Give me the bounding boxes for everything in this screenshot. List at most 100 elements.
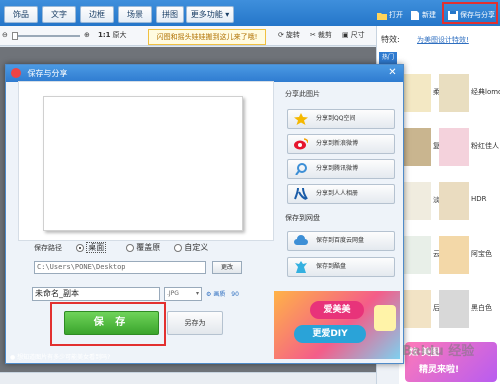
new-icon — [411, 10, 419, 20]
gear-icon: ⚙ — [206, 291, 212, 298]
star-icon — [294, 113, 308, 125]
radio-dot — [76, 244, 84, 252]
status-bar — [0, 372, 376, 384]
radio-dot — [126, 244, 134, 252]
quality-control[interactable]: ⚙ 画质 90 — [206, 289, 239, 298]
effect-label: 经典lomo — [471, 88, 500, 96]
tab-frame[interactable]: 边框 — [80, 6, 114, 23]
crop-button[interactable]: ✂ 裁剪 — [310, 30, 332, 40]
effect-thumb[interactable]: HDR — [439, 182, 499, 220]
effect-swatch — [439, 236, 469, 274]
more-functions-label: 更多功能 — [190, 10, 223, 19]
effect-swatch — [401, 236, 431, 274]
effect-swatch — [401, 74, 431, 112]
share-renren-button[interactable]: 分享到人人相册 — [287, 184, 395, 204]
effect-swatch — [439, 128, 469, 166]
open-label: 打开 — [389, 11, 403, 19]
save-kuaipan-label: 保存到酷盘 — [316, 263, 347, 270]
change-path-button[interactable]: 更改 — [212, 261, 242, 274]
weibo-icon — [294, 138, 308, 150]
share-sina-weibo-button[interactable]: 分享到新浪微博 — [287, 134, 395, 154]
save-path-field[interactable]: C:\Users\PONE\Desktop — [34, 261, 206, 274]
share-qzone-label: 分享到QQ空间 — [316, 115, 356, 122]
close-icon[interactable]: ✕ — [386, 67, 399, 80]
effect-thumb[interactable]: 粉红佳人 — [439, 128, 499, 166]
zoom-slider[interactable] — [12, 32, 80, 40]
chevron-down-icon: ▾ — [195, 290, 199, 297]
format-select[interactable]: .JPG ▾ — [164, 287, 202, 301]
tab-hot[interactable]: 热门 — [379, 52, 397, 64]
app-logo-icon — [11, 68, 21, 78]
effects-design-link[interactable]: 为美图设计特效! — [417, 35, 469, 45]
zoom-in-icon[interactable]: ⊕ — [84, 30, 90, 40]
folder-icon — [377, 12, 387, 20]
radio-desktop-label: 桌面 — [86, 242, 107, 253]
share-tencent-weibo-label: 分享到腾讯微博 — [316, 165, 359, 172]
effect-swatch — [401, 128, 431, 166]
chevron-down-icon: ▾ — [225, 10, 230, 19]
tab-scene[interactable]: 场景 — [118, 6, 152, 23]
promo-ad-banner[interactable]: 爱美美 更爱DIY — [274, 291, 400, 359]
resize-button[interactable]: ▣ 尺寸 — [342, 30, 365, 40]
app-top-bar: 饰品 文字 边框 场景 拼图 更多功能 ▾ 打开 新建 保存与分享 — [0, 0, 500, 26]
watermark: Baidu 经验 — [402, 344, 475, 359]
save-baidu-cloud-label: 保存到百度云网盘 — [316, 237, 365, 244]
save-as-button[interactable]: 另存为 — [167, 311, 223, 335]
radio-overwrite[interactable]: 覆盖原 — [126, 242, 160, 253]
tencent-weibo-icon — [295, 163, 307, 175]
share-sina-weibo-label: 分享到新浪微博 — [316, 140, 359, 147]
effects-label: 特效: — [381, 35, 400, 44]
new-button[interactable]: 新建 — [410, 8, 436, 22]
radio-custom[interactable]: 自定义 — [174, 242, 216, 253]
promo-sticker-text-2: 精灵来啦! — [419, 365, 460, 375]
crop-icon: ✂ — [310, 31, 316, 39]
zoom-out-icon[interactable]: ⊖ — [2, 30, 8, 40]
effect-label: 阿宝色 — [471, 250, 492, 258]
tip-banner[interactable]: 闪图和摇头娃娃搬到这儿来了哦! — [148, 29, 266, 45]
effect-thumb[interactable]: 阿宝色 — [439, 236, 499, 274]
renren-icon — [294, 188, 308, 200]
effect-swatch — [439, 182, 469, 220]
cloud-icon — [294, 235, 308, 245]
preview-area — [18, 81, 274, 241]
format-value: .JPG — [167, 290, 179, 297]
tab-more-functions[interactable]: 更多功能 ▾ — [186, 6, 234, 23]
effect-swatch — [439, 74, 469, 112]
rotate-button[interactable]: ⟳ 旋转 — [278, 30, 300, 40]
preview-image — [43, 96, 243, 231]
rotate-label: 旋转 — [285, 31, 300, 39]
share-tencent-weibo-button[interactable]: 分享到腾讯微博 — [287, 159, 395, 179]
zoom-slider-handle[interactable] — [12, 32, 18, 40]
dialog-title-bar: 保存与分享 — [6, 65, 403, 82]
footer-tip-text: 想知道图片有多少可能美女看到吗? — [17, 354, 111, 361]
crop-label: 裁剪 — [317, 31, 332, 39]
rotate-icon: ⟳ — [278, 31, 284, 39]
save-baidu-cloud-button[interactable]: 保存到百度云网盘 — [287, 231, 395, 251]
original-size-button[interactable]: 1:1 原大 — [98, 30, 127, 40]
share-renren-label: 分享到人人相册 — [316, 190, 359, 197]
info-icon: ● — [10, 354, 16, 361]
effect-thumb[interactable]: 经典lomo — [439, 74, 500, 112]
cloud-section-title: 保存到网盘 — [285, 214, 320, 222]
tab-collage[interactable]: 拼图 — [156, 6, 184, 23]
ad-text-2: 更爱DIY — [294, 325, 366, 343]
original-size-label: 原大 — [112, 31, 127, 39]
filename-field[interactable]: 未命名_副本 — [32, 287, 160, 301]
open-button[interactable]: 打开 — [377, 8, 403, 22]
dialog-title: 保存与分享 — [27, 69, 68, 78]
tab-text[interactable]: 文字 — [42, 6, 76, 23]
highlight-box-save-share — [442, 2, 498, 24]
mascot-icon — [374, 305, 396, 331]
new-label: 新建 — [422, 11, 436, 19]
share-section-title: 分享此图片 — [285, 90, 320, 98]
ad-text-1: 爱美美 — [310, 301, 364, 319]
footer-tip[interactable]: ● 想知道图片有多少可能美女看到吗? — [10, 352, 110, 361]
effect-thumb[interactable]: 黑白色 — [439, 290, 499, 328]
effect-swatch — [439, 290, 469, 328]
tab-accessories[interactable]: 饰品 — [4, 6, 38, 23]
save-path-label: 保存路径 — [34, 244, 62, 252]
quality-label: 画质 — [213, 291, 226, 298]
radio-desktop[interactable]: 桌面 — [76, 242, 107, 253]
share-qzone-button[interactable]: 分享到QQ空间 — [287, 109, 395, 129]
save-kuaipan-button[interactable]: 保存到酷盘 — [287, 257, 395, 277]
